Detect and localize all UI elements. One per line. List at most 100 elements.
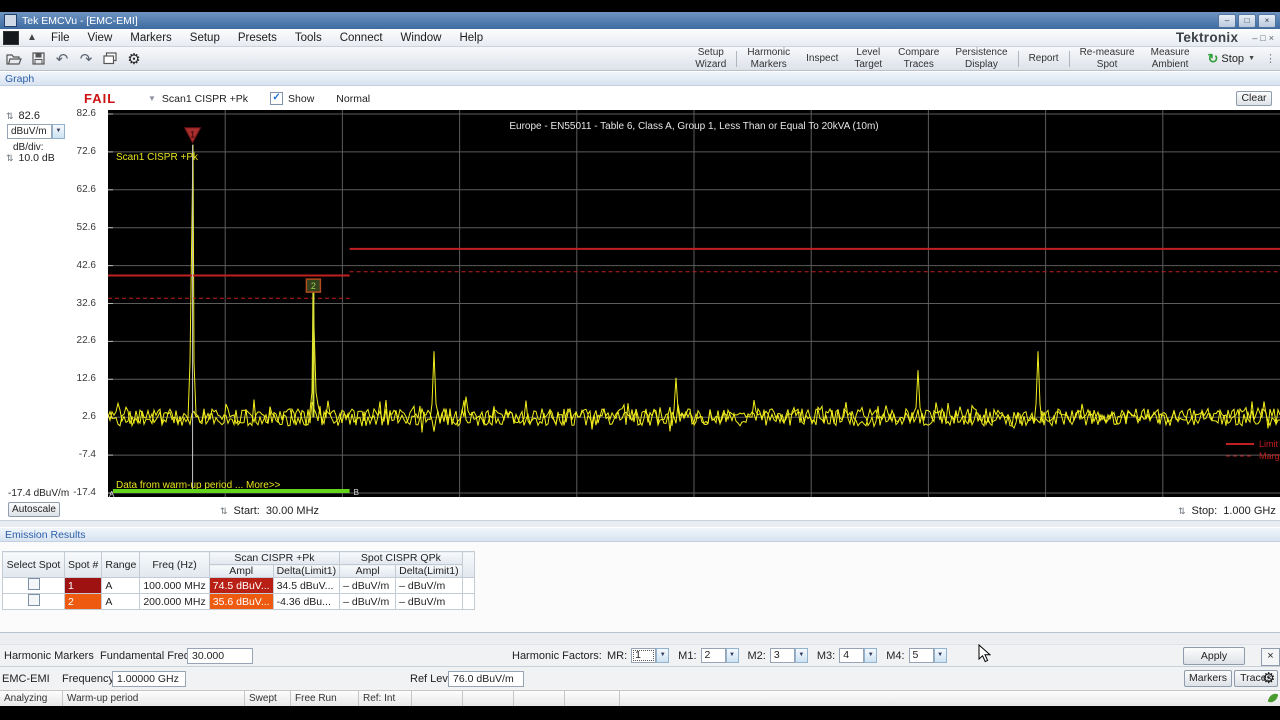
factor-dropdown-arrow-icon[interactable]: ▼	[656, 648, 670, 663]
svg-text:B: B	[354, 488, 359, 497]
stop-spinner-icon[interactable]: ⇅	[1178, 506, 1186, 517]
settings-gear-icon[interactable]: ⚙	[124, 50, 144, 68]
y-tick-label: 22.6	[76, 335, 96, 347]
start-spinner-icon[interactable]: ⇅	[220, 506, 228, 517]
emc-settings-gear-icon[interactable]: ⚙	[1262, 669, 1275, 687]
inspect-button[interactable]: Inspect	[798, 52, 846, 65]
menu-item-view[interactable]: View	[79, 31, 122, 45]
stop-dropdown-caret[interactable]: ▼	[1248, 55, 1255, 62]
autoscale-button[interactable]: Autoscale	[8, 502, 60, 517]
col-scan-delta[interactable]: Delta(Limit1)	[272, 564, 341, 578]
menu-item-markers[interactable]: Markers	[121, 31, 181, 45]
harmonic-factor-m2: M2: 3 ▼	[748, 648, 808, 663]
close-button[interactable]: ×	[1258, 13, 1276, 28]
toolbar-separator	[736, 50, 738, 67]
ref-lev-label: Ref Lev	[410, 673, 448, 685]
trace-selector-caret-icon[interactable]: ▼	[148, 94, 156, 103]
scan-ampl-cell: 74.5 dBuV...	[208, 577, 274, 594]
y-axis-labels: 82.6 72.6 62.6 52.6 42.6 32.6 22.6 12.6 2.6 -7.4 -…	[0, 86, 104, 520]
minimize-button[interactable]: –	[1218, 13, 1236, 28]
open-file-icon[interactable]	[4, 50, 24, 68]
col-spot-ampl[interactable]: Ampl	[339, 564, 397, 578]
persistence-display-button[interactable]: Persistence Display	[947, 46, 1015, 70]
menu-item-help[interactable]: Help	[450, 31, 492, 45]
menu-item-file[interactable]: File	[42, 31, 79, 45]
select-spot-cell[interactable]	[2, 593, 65, 610]
graph-panel-header: Graph	[0, 71, 1280, 86]
y-tick-label: 82.6	[76, 108, 96, 119]
menu-item-presets[interactable]: Presets	[229, 31, 286, 45]
undo-icon[interactable]: ↶	[52, 50, 72, 68]
toolbar-separator	[1068, 50, 1070, 67]
factor-select-m2[interactable]: 3 ▼	[769, 648, 808, 663]
mdi-minimize-button[interactable]: –	[1252, 33, 1257, 43]
status-swept: Swept	[245, 691, 291, 706]
select-spot-cell[interactable]	[2, 577, 65, 594]
fundamental-freq-input[interactable]: 30.000 MHz	[187, 648, 253, 677]
start-value[interactable]: 30.00 MHz	[266, 505, 319, 517]
save-icon[interactable]	[28, 50, 48, 68]
cascade-windows-icon[interactable]	[100, 50, 120, 68]
menu-item-window[interactable]: Window	[392, 31, 451, 45]
col-scan-ampl[interactable]: Ampl	[208, 564, 274, 578]
status-empty-cell	[463, 691, 514, 706]
show-checkbox[interactable]: ✓	[270, 92, 284, 105]
setup-wizard-button[interactable]: Setup Wizard	[687, 46, 734, 70]
col-range[interactable]: Range	[101, 551, 141, 578]
table-row: 2 A 200.000 MHz 35.6 dBuV... -4.36 dBu... – d…	[2, 593, 475, 610]
y-tick-label: 52.6	[76, 221, 96, 233]
freq-cell: 200.000 MHz	[139, 593, 210, 610]
harmonic-bar-close-button[interactable]: ×	[1261, 648, 1280, 666]
spot-checkbox[interactable]	[27, 578, 40, 590]
factor-select-m4[interactable]: 5 ▼	[908, 648, 947, 663]
redo-icon[interactable]: ↷	[76, 50, 96, 68]
factor-label: MR:	[607, 649, 628, 662]
table-row: 1 A 100.000 MHz 74.5 dBuV... 34.5 dBuV... – d…	[2, 577, 475, 594]
col-spot-number[interactable]: Spot #	[63, 551, 103, 578]
svg-text:Scan1 CISPR +Pk: Scan1 CISPR +Pk	[116, 152, 199, 163]
col-freq[interactable]: Freq (Hz)	[139, 551, 210, 578]
harmonic-factor-m4: M4: 5 ▼	[886, 648, 947, 663]
re-measure-spot-button[interactable]: Re-measure Spot	[1072, 46, 1143, 70]
mdi-close-button[interactable]: ×	[1269, 33, 1274, 43]
spectrum-plot[interactable]: 1 2 Europe - EN55011 - Table 6, Class A, G…	[107, 110, 1280, 499]
menu-item-connect[interactable]: Connect	[331, 31, 392, 45]
col-select-spot[interactable]: Select Spot	[2, 551, 65, 578]
trace-mode-label[interactable]: Normal	[336, 93, 370, 105]
trace-selector[interactable]: Scan1 CISPR +Pk	[162, 93, 248, 105]
menu-item-tools[interactable]: Tools	[286, 31, 331, 45]
factor-value: 1	[631, 648, 657, 663]
app-icon	[4, 14, 17, 27]
mdi-restore-button[interactable]: □	[1260, 33, 1265, 43]
range-cell: A	[101, 593, 141, 610]
spot-checkbox[interactable]	[27, 594, 40, 606]
report-button[interactable]: Report	[1021, 52, 1067, 65]
markers-button[interactable]: Markers	[1184, 670, 1232, 687]
frequency-input[interactable]: 1.00000 GHz	[112, 671, 186, 687]
factor-dropdown-arrow-icon[interactable]: ▼	[864, 648, 878, 663]
stop-freq-label: Stop:	[1191, 505, 1218, 517]
factor-select-mr[interactable]: 1 ▼	[631, 648, 670, 663]
stop-control[interactable]: ↻ Stop ▼	[1208, 51, 1255, 67]
factor-select-m3[interactable]: 4 ▼	[839, 648, 878, 663]
measure-ambient-button[interactable]: Measure Ambient	[1143, 46, 1198, 70]
factor-dropdown-arrow-icon[interactable]: ▼	[933, 648, 947, 663]
col-group-spot: Spot CISPR QPk	[339, 551, 463, 565]
harmonic-markers-button[interactable]: Harmonic Markers	[739, 46, 798, 70]
compare-traces-button[interactable]: Compare Traces	[890, 46, 947, 70]
col-spot-delta[interactable]: Delta(Limit1)	[395, 564, 463, 578]
ref-lev-input[interactable]: 76.0 dBuV/m	[448, 671, 524, 687]
factor-value: 2	[700, 648, 726, 663]
factor-dropdown-arrow-icon[interactable]: ▼	[725, 648, 739, 663]
factor-select-m1[interactable]: 2 ▼	[700, 648, 739, 663]
clear-button[interactable]: Clear	[1236, 91, 1272, 106]
factor-label: M1:	[678, 649, 697, 662]
factor-dropdown-arrow-icon[interactable]: ▼	[794, 648, 808, 663]
menu-item-setup[interactable]: Setup	[181, 31, 229, 45]
level-target-button[interactable]: Level Target	[846, 46, 890, 70]
spot-delta-cell: – dBuV/m	[395, 577, 463, 594]
harmonic-factors-label: Harmonic Factors:	[512, 650, 602, 662]
stop-freq-value[interactable]: 1.000 GHz	[1223, 505, 1276, 517]
maximize-button[interactable]: □	[1238, 13, 1256, 28]
apply-button[interactable]: Apply	[1183, 647, 1245, 665]
